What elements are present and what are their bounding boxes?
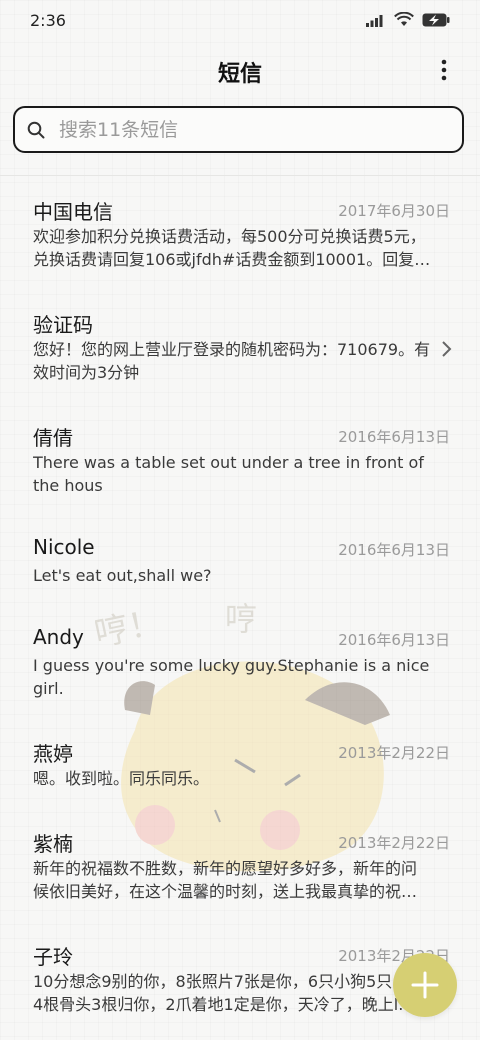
sender-name: 子玲 bbox=[33, 945, 73, 969]
search-input[interactable] bbox=[57, 117, 441, 142]
message-date: 2013年2月22日 bbox=[338, 744, 450, 762]
message-item[interactable]: 燕婷 2013年2月22日 嗯。收到啦。同乐同乐。 bbox=[0, 718, 480, 808]
page-title: 短信 bbox=[217, 62, 262, 87]
new-message-button[interactable] bbox=[393, 953, 457, 1017]
sender-name: 紫楠 bbox=[33, 832, 73, 856]
message-preview: Let's eat out,shall we? bbox=[33, 564, 433, 587]
preview-line: 嗯。收到啦。同乐同乐。 bbox=[33, 769, 210, 788]
message-item[interactable]: 紫楠 2013年2月22日 新年的祝福数不胜数，新年的愿望好多好多，新年的问 候… bbox=[0, 808, 480, 921]
message-preview: 10分想念9别的你，8张照片7张是你，6只小狗5只 4根骨头3根归你，2爪着地1… bbox=[33, 970, 433, 1016]
preview-line: 效时间为3分钟 bbox=[33, 363, 140, 382]
sender-name: 中国电信 bbox=[33, 200, 113, 224]
message-date: 2017年6月30日 bbox=[338, 202, 450, 220]
message-preview: 嗯。收到啦。同乐同乐。 bbox=[33, 767, 433, 790]
message-item[interactable]: Nicole 2016年6月13日 Let's eat out,shall we… bbox=[0, 515, 480, 605]
sender-name: 倩倩 bbox=[33, 426, 73, 450]
sender-name: Nicole bbox=[33, 535, 95, 559]
message-preview: 新年的祝福数不胜数，新年的愿望好多好多，新年的问 候依旧美好，在这个温馨的时刻，… bbox=[33, 857, 433, 903]
more-menu-button[interactable] bbox=[432, 56, 456, 84]
search-icon bbox=[27, 121, 45, 138]
search-box[interactable] bbox=[13, 106, 464, 153]
preview-line: girl. bbox=[33, 679, 64, 698]
preview-line: 兑换话费请回复106或jfdh#话费金额到10001。回复… bbox=[33, 250, 431, 269]
message-preview: I guess you're some lucky guy.Stephanie … bbox=[33, 654, 433, 700]
preview-line: Let's eat out,shall we? bbox=[33, 566, 212, 585]
message-date: 2016年6月13日 bbox=[338, 428, 450, 446]
battery-charging-icon bbox=[422, 13, 450, 26]
message-item[interactable]: 倩倩 2016年6月13日 There was a table set out … bbox=[0, 402, 480, 515]
preview-line: 您好！您的网上营业厅登录的随机密码为：710679。有 bbox=[33, 340, 431, 359]
signal-icon bbox=[366, 14, 383, 27]
message-preview: There was a table set out under a tree i… bbox=[33, 451, 433, 497]
preview-line: 10分想念9别的你，8张照片7张是你，6只小狗5只 bbox=[33, 972, 393, 991]
preview-line: I guess you're some lucky guy.Stephanie … bbox=[33, 656, 430, 675]
preview-line: the hous bbox=[33, 476, 103, 495]
message-preview: 欢迎参加积分兑换话费活动，每500分可兑换话费5元， 兑换话费请回复106或jf… bbox=[33, 225, 433, 271]
message-item[interactable]: 中国电信 2017年6月30日 欢迎参加积分兑换话费活动，每500分可兑换话费5… bbox=[0, 176, 480, 289]
plus-icon bbox=[411, 971, 439, 999]
message-preview: 您好！您的网上营业厅登录的随机密码为：710679。有 效时间为3分钟 bbox=[33, 338, 433, 384]
status-bar: 2:36 bbox=[0, 0, 480, 42]
preview-line: 欢迎参加积分兑换话费活动，每500分可兑换话费5元， bbox=[33, 227, 426, 246]
sender-name: Andy bbox=[33, 625, 84, 649]
preview-line: 4根骨头3根归你，2爪着地1定是你，天冷了，晚上l… bbox=[33, 995, 415, 1014]
wifi-icon bbox=[394, 12, 414, 26]
preview-line: 候依旧美好，在这个温馨的时刻，送上我最真挚的祝… bbox=[33, 882, 418, 901]
preview-line: 新年的祝福数不胜数，新年的愿望好多好多，新年的问 bbox=[33, 859, 418, 878]
status-icons bbox=[366, 12, 450, 27]
sender-name: 验证码 bbox=[33, 313, 93, 337]
preview-line: There was a table set out under a tree i… bbox=[33, 453, 424, 472]
status-time: 2:36 bbox=[30, 11, 66, 30]
message-date: 2016年6月13日 bbox=[338, 631, 450, 649]
message-item[interactable]: 验证码 您好！您的网上营业厅登录的随机密码为：710679。有 效时间为3分钟 bbox=[0, 289, 480, 402]
message-date: 2016年6月13日 bbox=[338, 541, 450, 559]
more-vertical-icon bbox=[441, 59, 447, 81]
message-date: 2013年2月22日 bbox=[338, 834, 450, 852]
sender-name: 燕婷 bbox=[33, 742, 73, 766]
message-item[interactable]: Andy 2016年6月13日 I guess you're some luck… bbox=[0, 605, 480, 718]
chevron-right-icon bbox=[442, 341, 452, 357]
app-header: 短信 bbox=[0, 48, 480, 92]
